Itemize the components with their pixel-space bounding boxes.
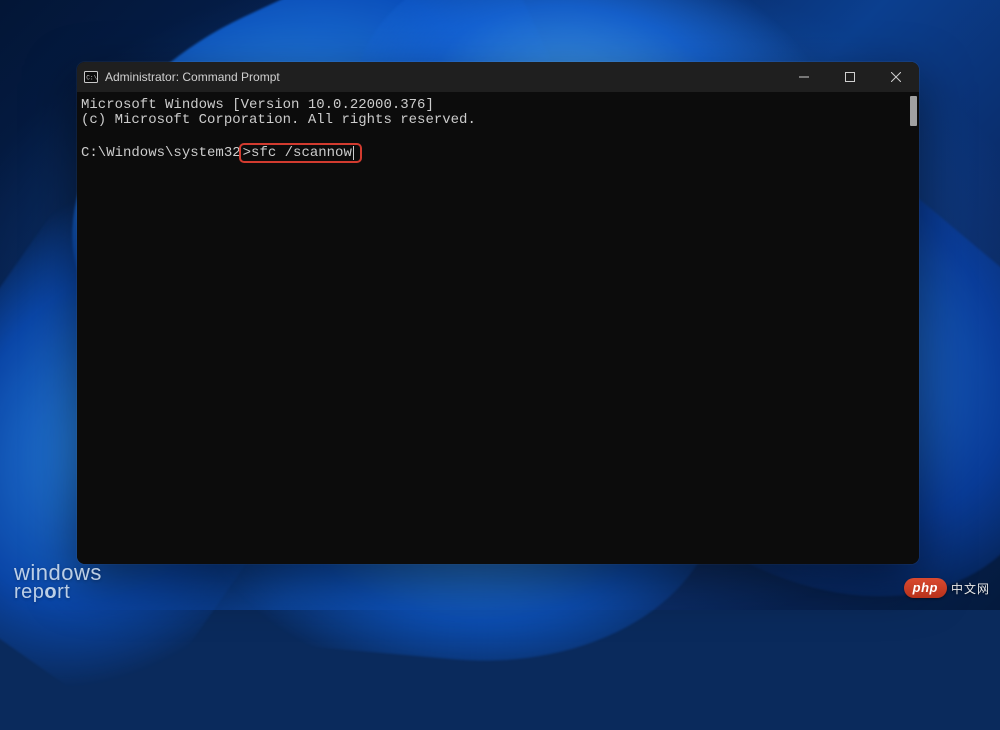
watermark-windows-report: windows report bbox=[14, 562, 102, 602]
window-title: Administrator: Command Prompt bbox=[105, 70, 280, 84]
command-prompt-window: C:\ Administrator: Command Prompt Micros… bbox=[77, 62, 919, 564]
minimize-button[interactable] bbox=[781, 62, 827, 92]
titlebar[interactable]: C:\ Administrator: Command Prompt bbox=[77, 62, 919, 92]
watermark-php-cn: php 中文网 bbox=[904, 578, 990, 598]
maximize-button[interactable] bbox=[827, 62, 873, 92]
terminal-output[interactable]: Microsoft Windows [Version 10.0.22000.37… bbox=[77, 92, 919, 564]
command-highlight: >sfc /scannow bbox=[239, 143, 362, 163]
prompt-line: C:\Windows\system32>sfc /scannow bbox=[81, 143, 915, 163]
typed-command: sfc /scannow bbox=[251, 146, 352, 161]
terminal-header-line-1: Microsoft Windows [Version 10.0.22000.37… bbox=[81, 98, 915, 113]
cmd-icon: C:\ bbox=[77, 71, 105, 83]
text-cursor bbox=[353, 146, 354, 160]
php-badge: php bbox=[904, 578, 947, 598]
cn-text: 中文网 bbox=[951, 580, 990, 597]
scrollbar-thumb[interactable] bbox=[910, 96, 917, 126]
svg-text:C:\: C:\ bbox=[86, 75, 97, 82]
prompt-symbol: > bbox=[243, 146, 251, 161]
terminal-header-line-2: (c) Microsoft Corporation. All rights re… bbox=[81, 113, 915, 128]
prompt-path: C:\Windows\system32 bbox=[81, 146, 241, 161]
close-button[interactable] bbox=[873, 62, 919, 92]
